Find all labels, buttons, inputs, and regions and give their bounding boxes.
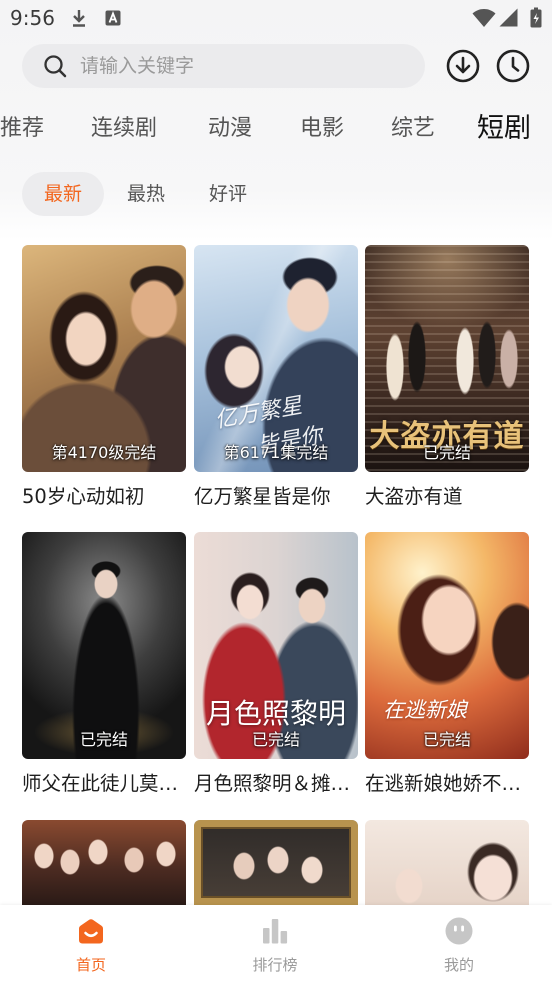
- tab-recommended[interactable]: 推荐: [0, 109, 44, 149]
- drama-card[interactable]: 大盗亦有道 已完结 大盗亦有道: [365, 245, 529, 510]
- watch-history-button[interactable]: [496, 49, 530, 83]
- drama-poster: [365, 820, 529, 905]
- battery-charging-icon: [530, 7, 542, 28]
- drama-title: 在逃新娘她娇不…: [365, 772, 522, 795]
- app-notification-icon: [105, 10, 121, 26]
- app-screen: 9:56 推荐 连续剧 动漫: [0, 0, 552, 983]
- search-input[interactable]: [80, 44, 410, 88]
- tab-anime[interactable]: 动漫: [208, 109, 252, 149]
- drama-title: 50岁心动如初: [22, 485, 145, 508]
- search-icon: [43, 54, 67, 78]
- episode-status-badge: 第6171集完结: [223, 443, 329, 462]
- episode-status-badge: 已完结: [251, 730, 300, 749]
- wifi-icon: [472, 8, 496, 28]
- ranking-icon: [260, 917, 290, 945]
- nav-label: 我的: [443, 956, 474, 974]
- episode-status-badge: 第4170级完结: [51, 443, 157, 462]
- tab-tv-series[interactable]: 连续剧: [91, 109, 157, 149]
- nav-ranking[interactable]: 排行榜: [215, 905, 335, 983]
- search-bar[interactable]: [22, 44, 425, 88]
- status-time: 9:56: [10, 6, 55, 30]
- drama-title: 亿万繁星皆是你: [194, 485, 331, 508]
- nav-label: 排行榜: [252, 956, 298, 974]
- profile-icon: [444, 917, 474, 945]
- drama-card[interactable]: [194, 820, 358, 905]
- drama-card[interactable]: 月色照黎明 已完结 月色照黎明＆摊…: [194, 532, 358, 797]
- episode-status-badge: 已完结: [422, 443, 471, 462]
- drama-poster: [22, 820, 186, 905]
- episode-status-badge: 已完结: [422, 730, 471, 749]
- sort-filters: 最新 最热 好评: [0, 172, 552, 216]
- filter-hottest[interactable]: 最热: [115, 172, 177, 216]
- drama-title: 大盗亦有道: [365, 485, 463, 508]
- drama-poster: 第4170级完结: [22, 245, 186, 472]
- drama-poster: 月色照黎明 已完结: [194, 532, 358, 759]
- category-tabs: 推荐 连续剧 动漫 电影 综艺 短剧: [0, 109, 552, 149]
- drama-poster: 亿万繁星 皆是你 第6171集完结: [194, 245, 358, 472]
- cellular-signal-icon: [499, 8, 518, 27]
- poster-lettering: 在逃新娘: [383, 698, 467, 722]
- drama-title: 师父在此徒儿莫…: [22, 772, 179, 795]
- filter-top-rated[interactable]: 好评: [197, 172, 259, 216]
- clock-icon: [496, 49, 530, 86]
- home-icon: [76, 917, 106, 945]
- filter-latest[interactable]: 最新: [22, 172, 104, 216]
- download-manager-button[interactable]: [446, 49, 480, 83]
- drama-poster: 在逃新娘 已完结: [365, 532, 529, 759]
- drama-title: 月色照黎明＆摊…: [194, 772, 351, 795]
- drama-card[interactable]: 已完结 师父在此徒儿莫…: [22, 532, 186, 797]
- tab-movies[interactable]: 电影: [300, 109, 344, 149]
- drama-poster: 大盗亦有道 已完结: [365, 245, 529, 472]
- episode-status-badge: 已完结: [79, 730, 128, 749]
- nav-profile[interactable]: 我的: [399, 905, 519, 983]
- download-circle-icon: [446, 49, 480, 86]
- drama-poster: [194, 820, 358, 905]
- drama-poster: 已完结: [22, 532, 186, 759]
- poster-lettering: 月色照黎明: [205, 697, 346, 730]
- drama-card[interactable]: [22, 820, 186, 905]
- nav-label: 首页: [75, 956, 106, 974]
- drama-card[interactable]: 在逃新娘 已完结 在逃新娘她娇不…: [365, 532, 529, 797]
- status-bar: 9:56: [0, 0, 552, 36]
- drama-card[interactable]: 亿万繁星 皆是你 第6171集完结 亿万繁星皆是你: [194, 245, 358, 510]
- tab-short-drama[interactable]: 短剧: [477, 109, 531, 149]
- download-notification-icon: [71, 9, 87, 27]
- nav-home[interactable]: 首页: [31, 905, 151, 983]
- drama-card[interactable]: 第4170级完结 50岁心动如初: [22, 245, 186, 510]
- drama-card[interactable]: [365, 820, 529, 905]
- tab-variety[interactable]: 综艺: [391, 109, 435, 149]
- bottom-navigation: 首页 排行榜 我的: [0, 905, 552, 983]
